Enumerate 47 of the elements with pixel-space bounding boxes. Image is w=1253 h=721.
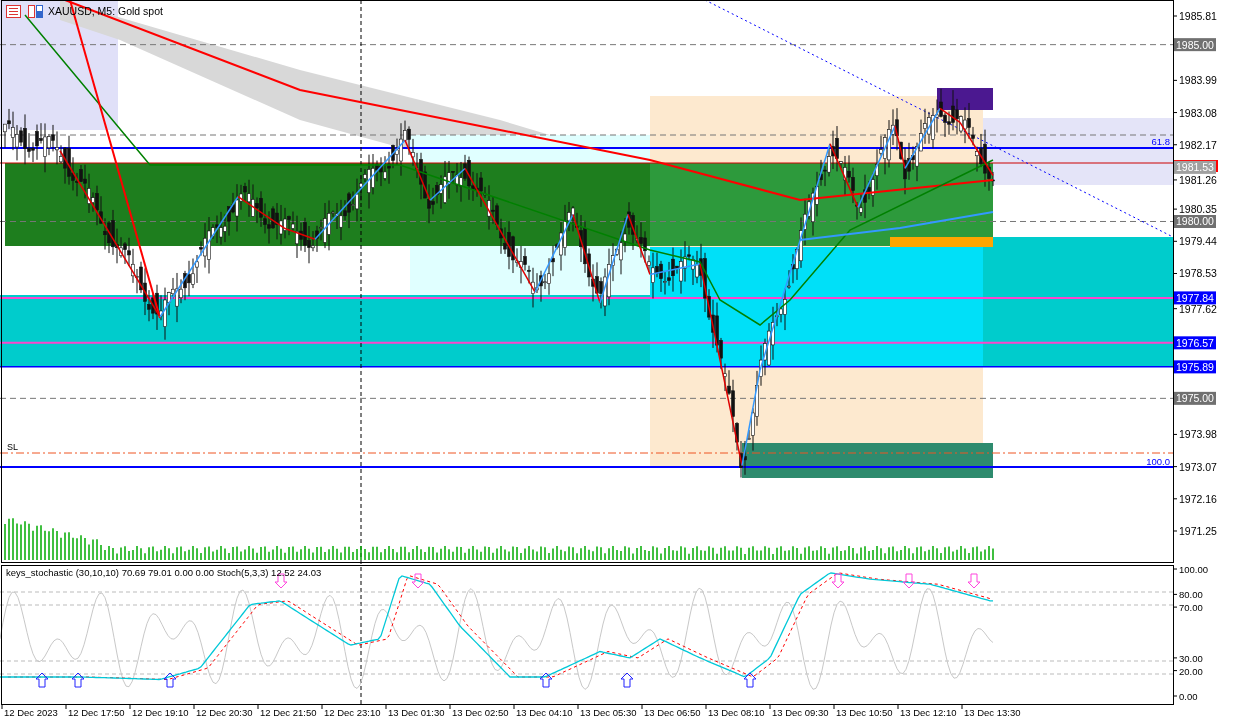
- chart-icon[interactable]: [28, 5, 43, 18]
- indicator-scale-label: 80.00: [1179, 589, 1203, 601]
- price-label: 1971.25: [1179, 525, 1217, 537]
- price-label: 1980.35: [1179, 203, 1217, 216]
- price-tag: 1975.00: [1174, 391, 1216, 405]
- time-label: 12 Dec 20:30: [196, 707, 253, 718]
- price-label: 1977.62: [1179, 302, 1217, 315]
- fib-level-label: 100.0: [1146, 456, 1170, 467]
- fib-level-label: 61.8: [1151, 136, 1170, 147]
- price-label: 1983.08: [1179, 106, 1217, 119]
- indicator-scale-label: 100.00: [1179, 564, 1209, 575]
- price-label: 1982.17: [1179, 138, 1217, 151]
- time-label: 13 Dec 01:30: [388, 707, 445, 718]
- time-label: 12 Dec 21:50: [260, 707, 317, 718]
- time-label: 13 Dec 12:10: [900, 707, 957, 718]
- time-label: 13 Dec 04:10: [516, 707, 573, 718]
- time-label: 12 Dec 19:10: [132, 707, 189, 718]
- price-label: 1972.16: [1179, 492, 1217, 505]
- price-tag: 1976.57: [1174, 336, 1216, 350]
- price-label: 1981.26: [1179, 173, 1217, 186]
- time-label: 12 Dec 23:10: [324, 707, 381, 718]
- indicator-scale-label: 0.00: [1179, 691, 1198, 702]
- time-label: 13 Dec 05:30: [580, 707, 637, 718]
- price-label: 1978.53: [1179, 267, 1217, 280]
- price-tag: 1980.00: [1174, 215, 1216, 228]
- indicator-scale-label: 70.00: [1179, 602, 1203, 614]
- time-label: 13 Dec 02:50: [452, 707, 509, 718]
- time-label: 13 Dec 06:50: [644, 707, 701, 718]
- price-tag: 1975.89: [1174, 360, 1216, 374]
- price-tag: 1985.00: [1174, 38, 1216, 52]
- price-label: 1985.81: [1179, 10, 1217, 22]
- price-label: 1983.99: [1179, 74, 1217, 87]
- list-icon[interactable]: [6, 5, 21, 18]
- stop-loss-label: SL: [7, 442, 18, 452]
- price-label: 1979.44: [1179, 235, 1217, 248]
- time-label: 13 Dec 10:50: [836, 707, 893, 718]
- time-label: 12 Dec 2023: [4, 707, 58, 718]
- time-label: 13 Dec 08:10: [708, 707, 765, 718]
- indicator-scale-label: 20.00: [1179, 665, 1203, 677]
- time-label: 13 Dec 13:30: [964, 707, 1021, 718]
- price-label: 1973.07: [1179, 460, 1217, 473]
- indicator-scale-label: 30.00: [1179, 652, 1203, 664]
- price-label: 1973.98: [1179, 428, 1217, 441]
- time-label: 12 Dec 17:50: [68, 707, 125, 718]
- indicator-label: keys_stochastic (30,10,10) 70.69 79.01 0.00 0.00 Stoch(5,3,3) 12.52 24.03: [6, 567, 322, 578]
- time-label: 13 Dec 09:30: [772, 707, 829, 718]
- price-tag: 1977.84: [1174, 291, 1216, 305]
